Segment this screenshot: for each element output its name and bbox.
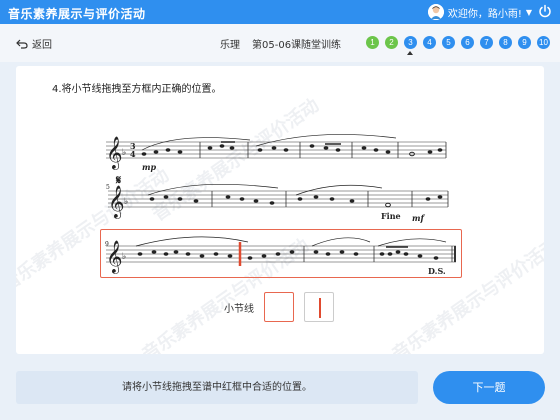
back-arrow-icon (16, 39, 28, 49)
step-2[interactable]: 2 (385, 36, 398, 49)
top-bar: 音乐素养展示与评价活动 欢迎你，路小雨! ▼ (0, 0, 560, 24)
key-flat: ♭ (124, 197, 128, 207)
step-5[interactable]: 5 (442, 36, 455, 49)
barline-label: 小节线 (224, 304, 254, 315)
fine-mark: Fine (381, 211, 401, 221)
step-9[interactable]: 9 (518, 36, 531, 49)
dynamic-mp: mp (142, 162, 156, 172)
question-card: 音乐素养展示与评价活动 音乐素养展示与评价活动 音乐素养展示与评价活动 音乐素养… (16, 66, 544, 354)
breadcrumb: 乐理 第05-06课随堂训练 (220, 36, 341, 51)
step-4[interactable]: 4 (423, 36, 436, 49)
staff-1 (106, 141, 446, 159)
step-10[interactable]: 10 (537, 36, 550, 49)
treble-clef: 𝄞 (106, 136, 123, 170)
greeting: 欢迎你，路小雨! (447, 8, 522, 20)
step-7[interactable]: 7 (480, 36, 493, 49)
target-frame[interactable] (100, 229, 462, 278)
next-question-button[interactable]: 下一题 (433, 371, 545, 404)
treble-clef: 𝄞 (108, 185, 125, 219)
step-1[interactable]: 1 (366, 36, 379, 49)
back-button[interactable]: 返回 (16, 36, 52, 51)
question-steps: 1 2 3 4 5 6 7 8 9 10 (366, 36, 550, 49)
chevron-down-icon[interactable]: ▼ (526, 8, 532, 17)
hint-box: 请将小节线拖拽至谱中红框中合适的位置。 (16, 371, 418, 404)
measure-number-5: 5 (106, 184, 110, 191)
back-label: 返回 (32, 40, 52, 51)
breadcrumb-lesson: 第05-06课随堂训练 (252, 40, 342, 51)
power-icon[interactable] (538, 4, 552, 18)
key-flat: ♭ (122, 148, 126, 158)
breadcrumb-subject: 乐理 (220, 40, 240, 51)
current-step-marker (407, 51, 413, 55)
segno-sign: 𝄋 (115, 173, 122, 187)
barline-icon (319, 298, 321, 318)
user-menu[interactable]: 欢迎你，路小雨! ▼ (427, 3, 532, 21)
nav-bar: 返回 乐理 第05-06课随堂训练 1 2 3 4 5 6 7 8 9 10 (0, 24, 560, 62)
step-8[interactable]: 8 (499, 36, 512, 49)
step-6[interactable]: 6 (461, 36, 474, 49)
dynamic-mf: mf (412, 213, 425, 223)
time-signature: 4 (130, 149, 136, 159)
staff-2 (108, 190, 448, 208)
barline-draggable[interactable] (304, 292, 334, 322)
avatar (427, 4, 444, 20)
app-title: 音乐素养展示与评价活动 (8, 7, 146, 21)
barline-slot-empty[interactable] (264, 292, 294, 322)
step-3[interactable]: 3 (404, 36, 417, 49)
